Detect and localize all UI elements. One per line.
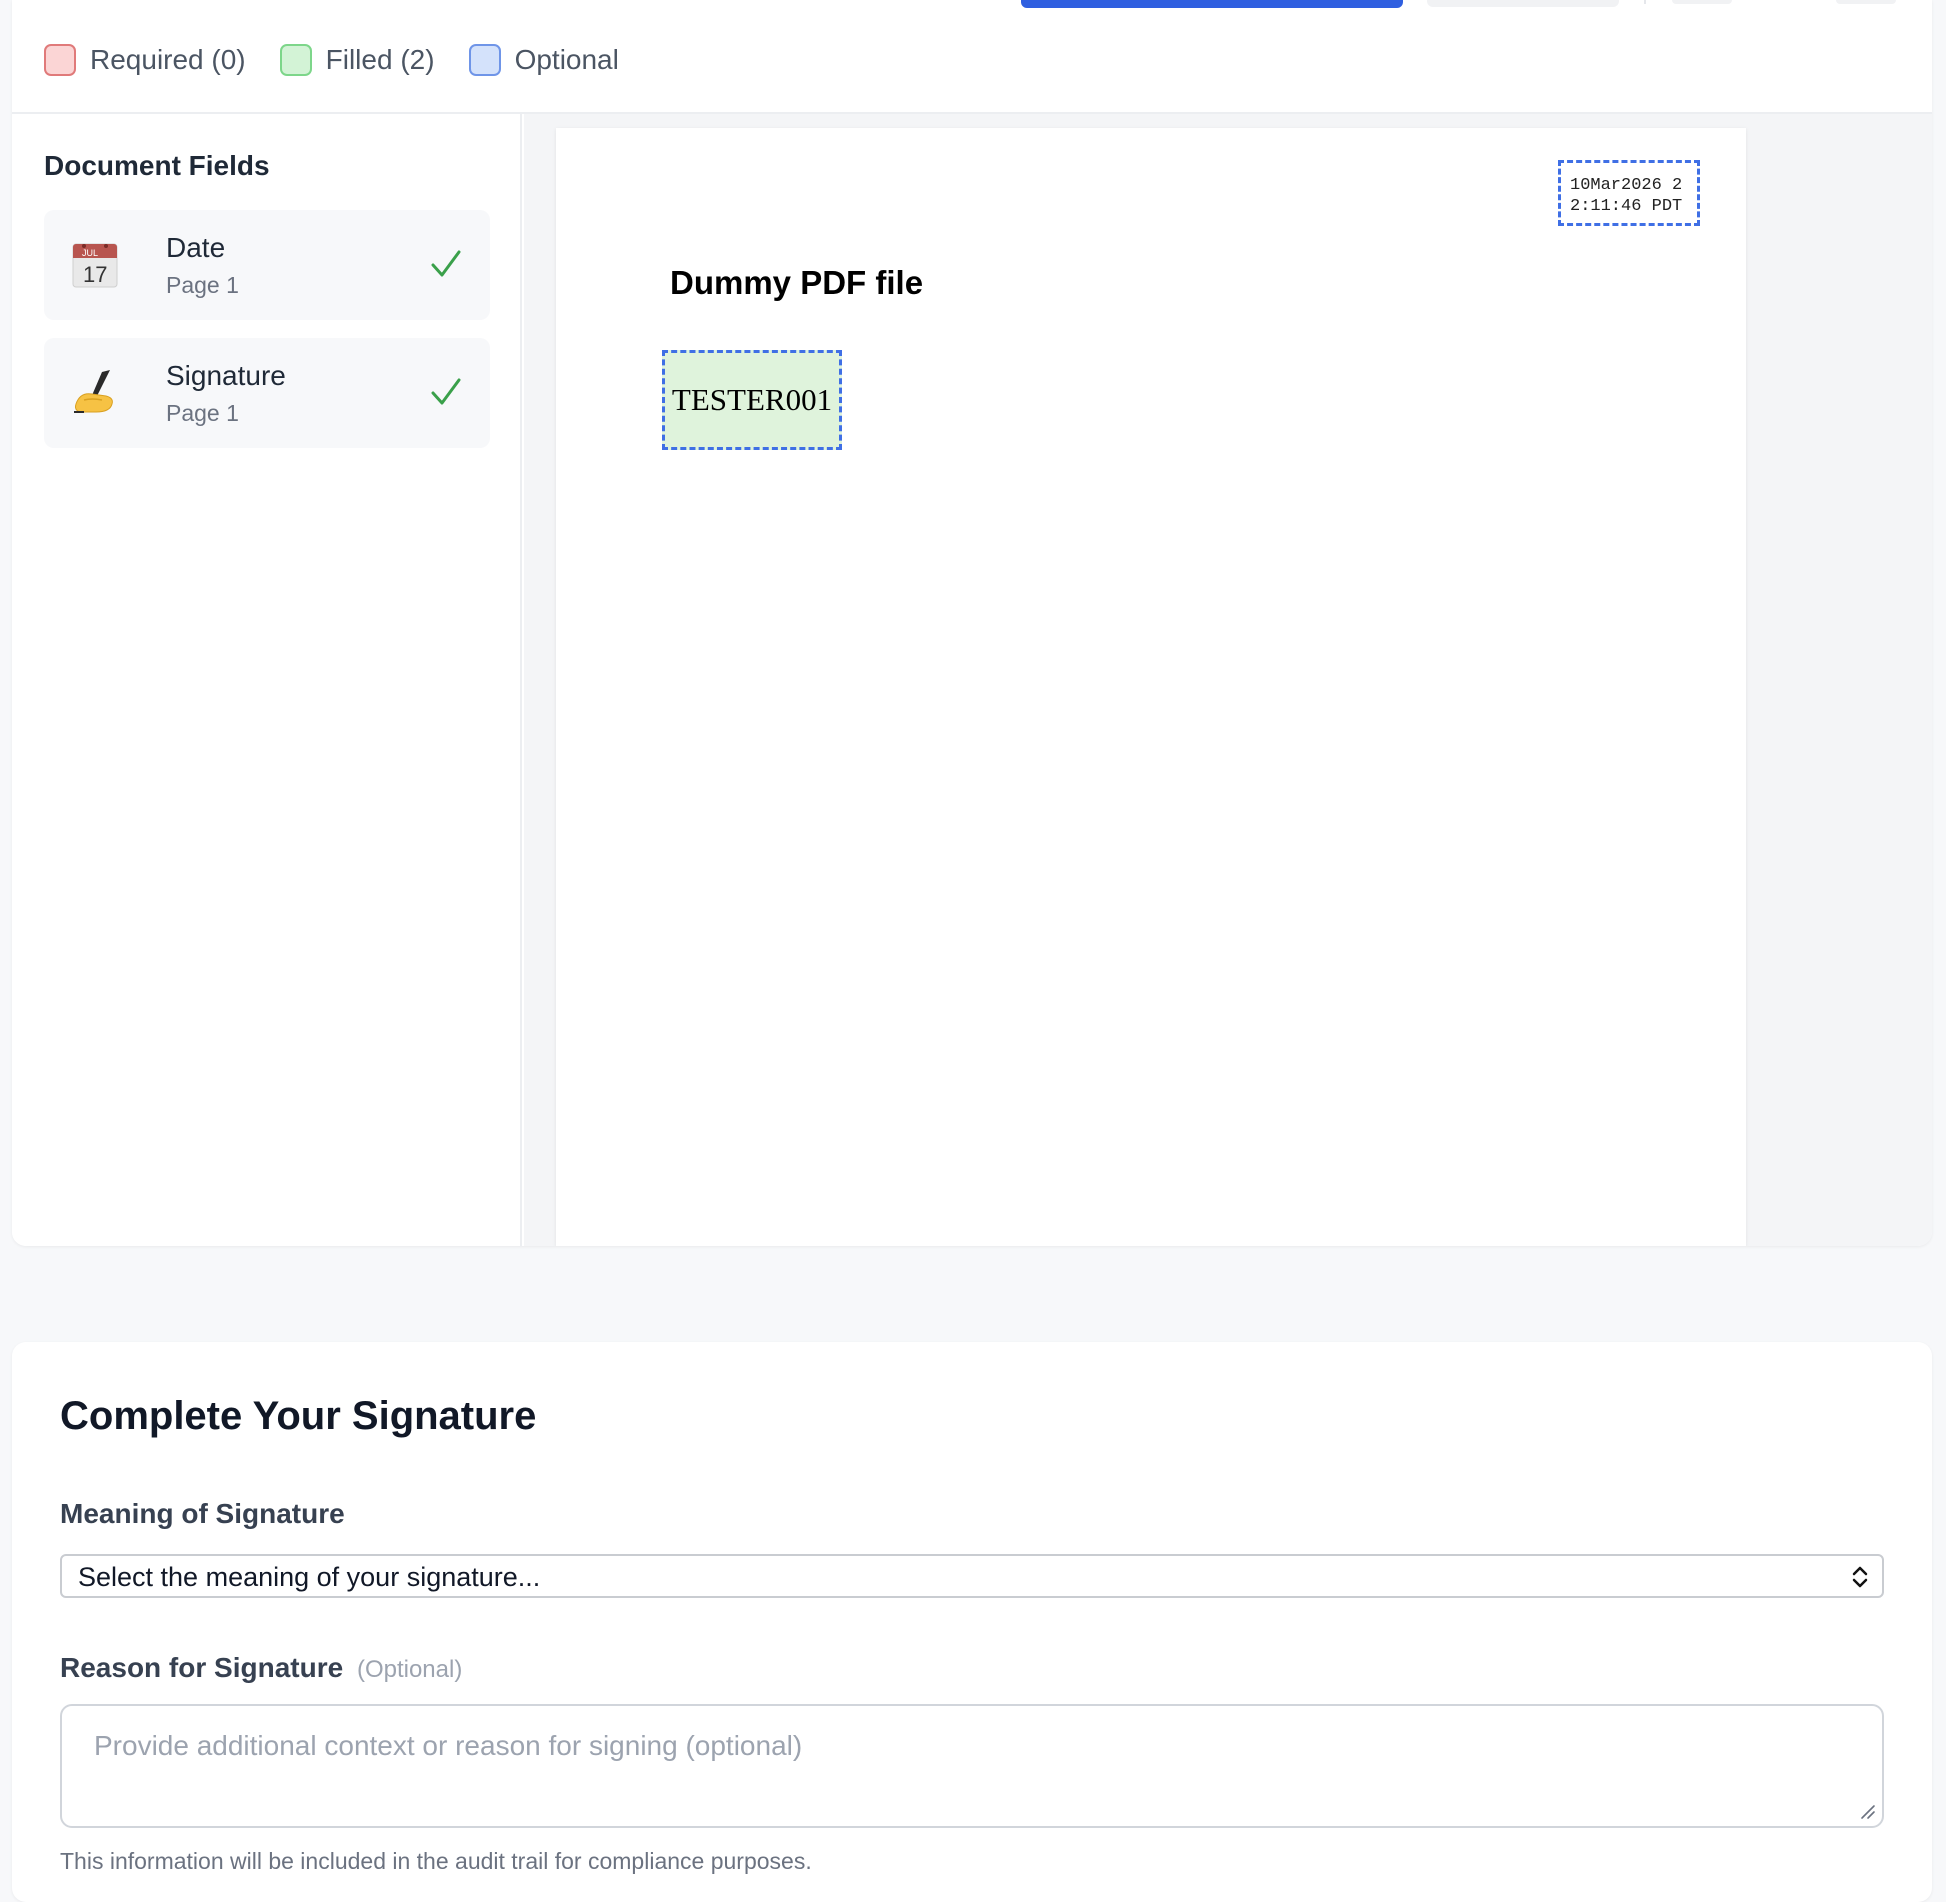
field-page: Page 1 <box>166 272 239 298</box>
required-swatch <box>44 44 76 76</box>
meaning-select[interactable]: Select the meaning of your signature... <box>60 1554 1884 1598</box>
checkmark-icon <box>431 250 461 277</box>
document-panel: Required (0) Filled (2) Optional Documen… <box>12 0 1932 1246</box>
optional-tag: (Optional) <box>356 1656 463 1683</box>
optional-swatch <box>468 44 501 76</box>
meaning-select-value: Select the meaning of your signature... <box>78 1562 541 1592</box>
date-field-line2: 2:11:46 PDT <box>1570 197 1683 216</box>
writing-hand-icon <box>74 370 113 413</box>
toolbar-divider <box>1644 0 1646 4</box>
resize-grip-icon[interactable] <box>1858 1802 1876 1820</box>
toolbar-button[interactable] <box>1672 0 1732 4</box>
select-caret-icon <box>1852 1566 1868 1588</box>
legend-optional-label: Optional <box>514 44 619 75</box>
reason-label-text: Reason for Signature <box>60 1652 344 1683</box>
field-item-signature[interactable]: Signature Page 1 <box>44 338 490 448</box>
field-legend: Required (0) Filled (2) Optional <box>44 40 619 80</box>
checkmark-icon <box>431 378 461 405</box>
toolbar-button[interactable] <box>1836 0 1896 4</box>
signature-field[interactable]: TESTER001 <box>662 350 842 450</box>
meaning-label: Meaning of Signature <box>60 1498 345 1529</box>
audit-help-text: This information will be included in the… <box>60 1848 812 1874</box>
reason-placeholder: Provide additional context or reason for… <box>94 1730 803 1761</box>
field-page: Page 1 <box>166 400 239 426</box>
pdf-viewer: 10Mar2026 2 2:11:46 PDT Dummy PDF file T… <box>524 114 1932 1246</box>
filled-swatch <box>279 44 312 76</box>
field-name: Date <box>166 232 226 263</box>
field-name: Signature <box>166 360 286 391</box>
date-field[interactable]: 10Mar2026 2 2:11:46 PDT <box>1558 160 1700 226</box>
signature-form-title: Complete Your Signature <box>60 1394 537 1438</box>
legend-optional: Optional <box>468 44 619 76</box>
pdf-page: 10Mar2026 2 2:11:46 PDT Dummy PDF file T… <box>556 128 1746 1246</box>
field-item-date[interactable]: JUL 17 Date Page 1 <box>44 210 490 320</box>
legend-required: Required (0) <box>44 44 246 76</box>
document-fields-sidebar: Document Fields JUL 17 Date Page 1 Signa… <box>12 114 522 1246</box>
legend-required-label: Required (0) <box>90 44 246 75</box>
legend-filled-label: Filled (2) <box>325 44 435 75</box>
calendar-day: 17 <box>83 262 107 287</box>
calendar-icon: JUL 17 <box>72 243 118 288</box>
primary-action-button[interactable] <box>1021 0 1403 8</box>
signature-form-panel: Complete Your Signature Meaning of Signa… <box>12 1342 1932 1902</box>
secondary-action-button[interactable] <box>1427 0 1619 7</box>
sidebar-title: Document Fields <box>44 150 270 181</box>
reason-label: Reason for Signature (Optional) <box>60 1652 462 1684</box>
reason-textarea[interactable]: Provide additional context or reason for… <box>60 1704 1884 1828</box>
calendar-month: JUL <box>82 248 98 258</box>
pdf-document-title: Dummy PDF file <box>670 264 924 301</box>
legend-filled: Filled (2) <box>279 44 435 76</box>
date-field-line1: 10Mar2026 2 <box>1570 176 1683 195</box>
